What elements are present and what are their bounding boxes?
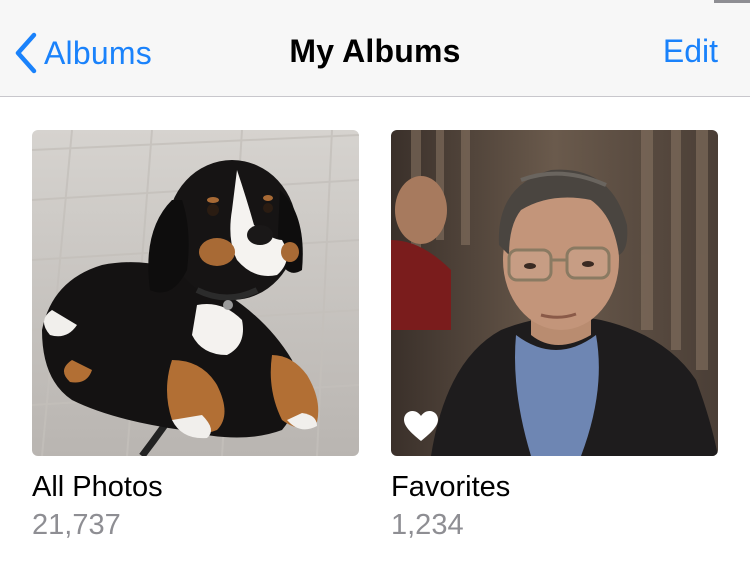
puppy-photo [32, 130, 359, 456]
back-button[interactable]: Albums [14, 30, 152, 76]
navigation-bar: Albums My Albums Edit [0, 0, 750, 97]
chevron-left-icon [15, 32, 37, 74]
edit-button[interactable]: Edit [663, 33, 718, 70]
album-title: All Photos [32, 471, 163, 503]
man-portrait-photo [391, 130, 718, 456]
album-title: Favorites [391, 471, 511, 503]
album-photo-count: 1,234 [391, 509, 464, 541]
album-favorites[interactable]: Favorites 1,234 [391, 130, 718, 542]
album-thumbnail[interactable] [32, 130, 359, 456]
photos-app: Albums My Albums Edit All Photos 21,737 … [0, 0, 750, 567]
album-all-photos[interactable]: All Photos 21,737 [32, 130, 359, 542]
back-button-label: Albums [44, 34, 152, 71]
status-bar-fragment [714, 0, 750, 3]
album-thumbnail[interactable] [391, 130, 718, 456]
album-photo-count: 21,737 [32, 509, 121, 541]
heart-icon [404, 411, 438, 441]
